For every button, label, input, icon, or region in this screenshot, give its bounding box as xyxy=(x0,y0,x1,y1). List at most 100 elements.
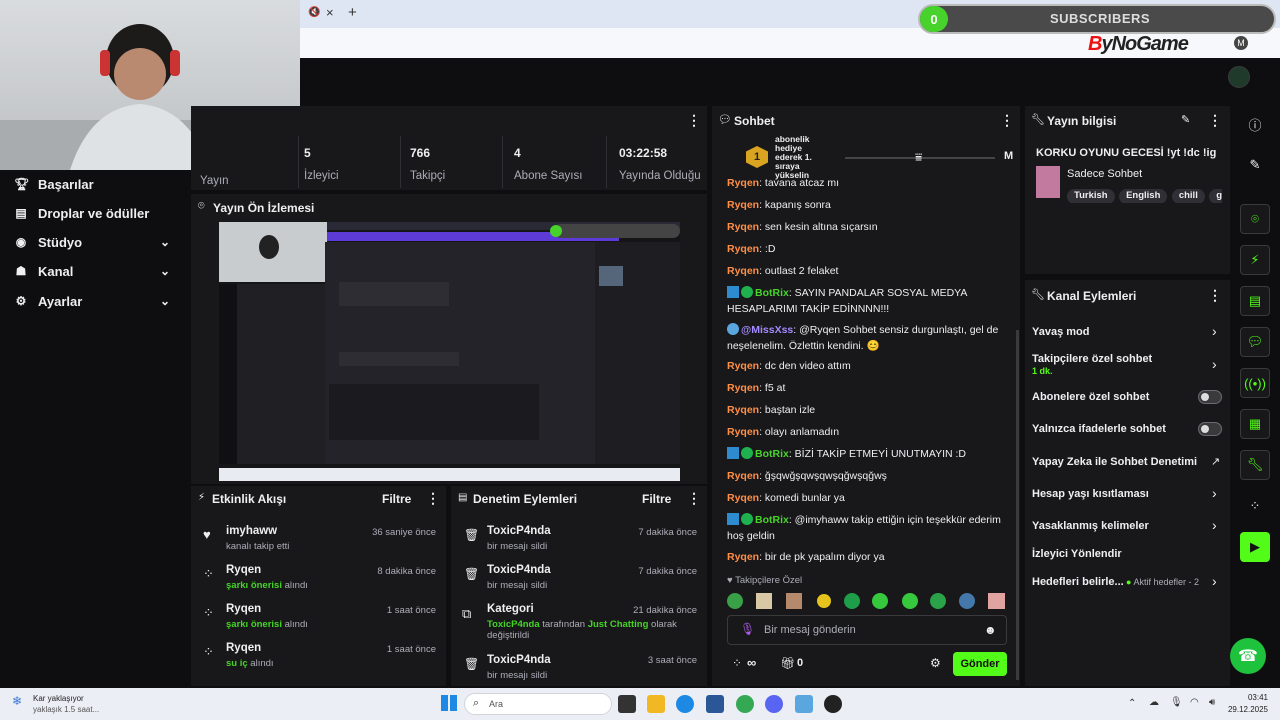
pencil-icon[interactable]: ✎ xyxy=(1240,150,1270,180)
activity-filter-button[interactable]: Filtre xyxy=(382,492,411,506)
taskbar-date[interactable]: 29.12.2025 xyxy=(1222,705,1268,714)
app-icon[interactable] xyxy=(795,695,813,713)
tray-chevron-icon[interactable]: ⌃ xyxy=(1128,698,1136,709)
sidebar-item-drops[interactable]: ▤ Droplar ve ödüller xyxy=(14,201,149,225)
uptime-value: 03:22:58 xyxy=(619,146,668,160)
tag[interactable]: chill xyxy=(1171,189,1205,203)
file-explorer-icon[interactable] xyxy=(647,695,665,713)
moderation-toggle-icon[interactable]: ▤ xyxy=(1240,286,1270,316)
stream-info-toggle-icon[interactable]: 🔧︎ xyxy=(1240,450,1270,480)
verified-icon xyxy=(741,513,753,525)
activity-name[interactable]: Ryqen xyxy=(226,564,261,576)
chevron-right-icon[interactable]: › xyxy=(1212,485,1217,501)
moderation-name[interactable]: ToxicP4nda xyxy=(487,654,551,666)
weather-title[interactable]: Kar yaklaşıyor xyxy=(33,694,84,703)
chat-message: Ryqen: sen kesin altına sıçarsın xyxy=(727,221,878,233)
taskbar-search[interactable] xyxy=(464,693,612,715)
live-label: Yayın xyxy=(200,175,229,187)
followers-chat-value: 1 dk. xyxy=(1032,366,1053,376)
pinned-filter-icon[interactable]: ⩸ xyxy=(915,150,922,165)
windows-start-icon[interactable] xyxy=(441,695,457,711)
wifi-icon[interactable]: ◠ xyxy=(1190,697,1199,708)
ai-mod-item[interactable]: Yapay Zeka ile Sohbet Denetimi xyxy=(1032,456,1197,468)
edge-icon[interactable] xyxy=(676,695,694,713)
chat-scrollbar[interactable] xyxy=(1016,330,1019,680)
preview-toggle-icon[interactable]: ⌾ xyxy=(1240,204,1270,234)
task-view-icon[interactable] xyxy=(618,695,636,713)
tag[interactable]: English xyxy=(1119,189,1168,203)
taskbar-time[interactable]: 03:41 xyxy=(1234,693,1268,702)
category-thumbnail[interactable] xyxy=(1036,166,1060,198)
volume-icon[interactable]: 🔊︎ xyxy=(1209,697,1215,708)
channel-actions-menu-icon[interactable]: ⋮ xyxy=(1208,287,1222,304)
pencil-icon[interactable]: ✎ xyxy=(1181,113,1190,126)
sidebar-item-settings[interactable]: ⚙ Ayarlar ⌄ xyxy=(14,289,184,313)
tag[interactable]: Turkish xyxy=(1067,189,1115,203)
user-avatar[interactable] xyxy=(1228,66,1250,88)
sidebar-item-channel[interactable]: ☗ Kanal ⌄ xyxy=(14,259,184,283)
points-icon[interactable]: ⁘ xyxy=(732,656,742,670)
gift-icon[interactable]: 🎁︎ xyxy=(780,656,795,670)
moderation-name[interactable]: ToxicP4nda xyxy=(487,525,551,537)
activity-toggle-icon[interactable]: ⚡︎ xyxy=(1240,245,1270,275)
store-icon[interactable] xyxy=(706,695,724,713)
stats-toggle-icon[interactable]: ▦ xyxy=(1240,409,1270,439)
chrome-icon[interactable] xyxy=(736,695,754,713)
activity-name[interactable]: imyhaww xyxy=(226,525,277,537)
stream-preview-video[interactable] xyxy=(219,222,680,481)
age-limit-item[interactable]: Hesap yaşı kısıtlaması xyxy=(1032,488,1149,500)
goals-item[interactable]: Hedefleri belirle... xyxy=(1032,576,1124,588)
tab-close-icon[interactable]: × xyxy=(326,5,334,20)
raid-item[interactable]: İzleyici Yönlendir xyxy=(1032,548,1122,560)
activity-menu-icon[interactable]: ⋮ xyxy=(426,490,440,507)
new-tab-button[interactable]: + xyxy=(348,4,357,21)
tab-mute-icon[interactable]: 🔇 xyxy=(308,7,320,18)
activity-name[interactable]: Ryqen xyxy=(226,603,261,615)
chat-toggle-icon[interactable]: 💬︎ xyxy=(1240,327,1270,357)
weather-icon[interactable]: ❄ xyxy=(12,694,22,708)
sidebar-item-studio[interactable]: ◉ Stüdyo ⌄ xyxy=(14,230,184,254)
slow-mode-item[interactable]: Yavaş mod xyxy=(1032,326,1089,338)
support-chat-button[interactable]: ☎ xyxy=(1230,638,1266,674)
chevron-right-icon[interactable]: › xyxy=(1212,323,1217,339)
moderation-menu-icon[interactable]: ⋮ xyxy=(687,490,701,507)
banned-words-item[interactable]: Yasaklanmış kelimeler xyxy=(1032,520,1149,532)
points-icon[interactable]: ⁘ xyxy=(1240,491,1270,521)
send-button[interactable]: Gönder xyxy=(953,652,1007,676)
stream-info-menu-icon[interactable]: ⋮ xyxy=(1208,112,1222,129)
sidebar-item-achievements[interactable]: 🏆︎ Başarılar xyxy=(14,172,94,196)
category-name[interactable]: Sadece Sohbet xyxy=(1067,168,1142,180)
viewers-value: 5 xyxy=(304,146,311,160)
external-link-icon[interactable]: ↗ xyxy=(1211,455,1220,468)
profile-avatar[interactable]: M xyxy=(1234,36,1248,50)
broadcast-toggle-icon[interactable]: ((•)) xyxy=(1240,368,1270,398)
emote-chat-toggle[interactable] xyxy=(1198,422,1222,436)
info-icon[interactable]: ⓘ xyxy=(1240,109,1270,139)
network-icon[interactable]: ☁ xyxy=(1149,697,1159,708)
emoji-icon[interactable]: ☻ xyxy=(984,623,997,637)
microphone-icon[interactable]: 🎙︎ xyxy=(740,622,755,636)
chat-menu-icon[interactable]: ⋮ xyxy=(1000,112,1014,129)
moderation-filter-button[interactable]: Filtre xyxy=(642,492,671,506)
followers-chat-item[interactable]: Takipçilere özel sohbet xyxy=(1032,353,1152,365)
chevron-right-icon[interactable]: › xyxy=(1212,356,1217,372)
obs-icon[interactable] xyxy=(824,695,842,713)
chevron-right-icon[interactable]: › xyxy=(1212,517,1217,533)
clip-icon[interactable]: ▶ xyxy=(1240,532,1270,562)
stats-menu-icon[interactable]: ⋮ xyxy=(687,112,701,129)
chat-message: BotRix: @imyhaww takip ettiğin için teşe… xyxy=(727,513,1001,542)
chat-input-placeholder: Bir mesaj gönderin xyxy=(764,624,856,636)
tag[interactable]: gar xyxy=(1209,189,1222,203)
moderation-desc: bir mesajı sildi xyxy=(487,541,548,552)
search-icon: ⌕ xyxy=(473,697,480,709)
chat-settings-icon[interactable]: ⚙ xyxy=(930,656,941,670)
followers-label: Takipçi xyxy=(410,170,446,182)
discord-icon[interactable] xyxy=(765,695,783,713)
mic-tray-icon[interactable]: 🎙︎ xyxy=(1170,697,1183,708)
moderation-name[interactable]: Kategori xyxy=(487,603,534,615)
chevron-right-icon[interactable]: › xyxy=(1212,573,1217,589)
moderation-name[interactable]: ToxicP4nda xyxy=(487,564,551,576)
subs-chat-toggle[interactable] xyxy=(1198,390,1222,404)
points-icon: ⁘ xyxy=(203,644,214,659)
activity-name[interactable]: Ryqen xyxy=(226,642,261,654)
